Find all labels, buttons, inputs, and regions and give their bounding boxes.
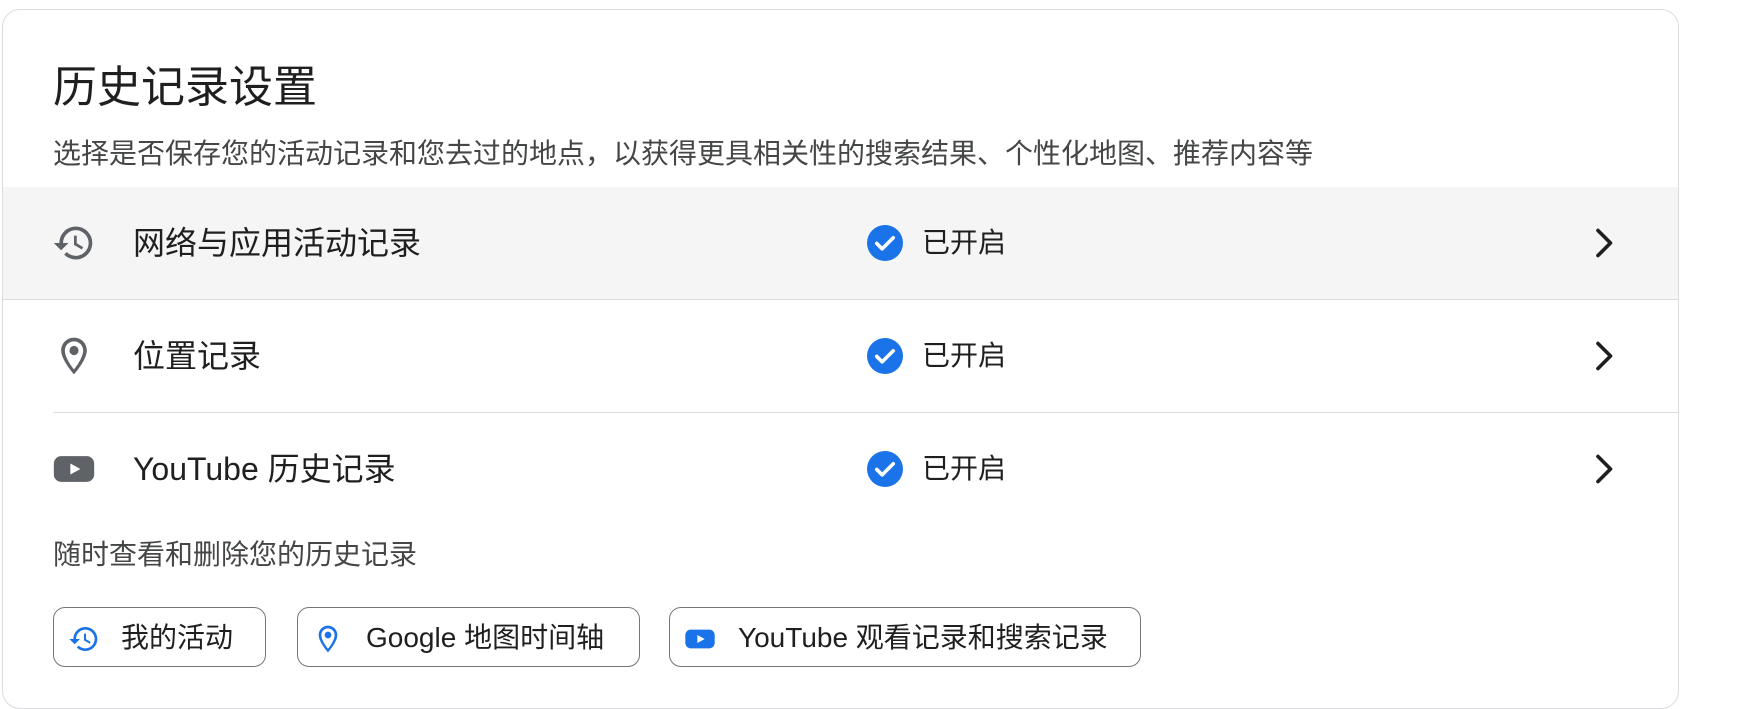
setting-row-web-app-activity[interactable]: 网络与应用活动记录 已开启: [3, 187, 1678, 299]
location-pin-icon: [61, 337, 87, 375]
review-history-label: 随时查看和删除您的历史记录: [53, 539, 418, 570]
setting-label: 位置记录: [133, 338, 262, 374]
chevron-right-icon: [1596, 454, 1613, 484]
history-icon: [69, 627, 98, 652]
status-text: 已开启: [922, 453, 1007, 484]
setting-row-location-history[interactable]: 位置记录 已开启: [3, 300, 1678, 412]
youtube-icon: [685, 629, 715, 649]
check-circle-icon: [867, 451, 903, 487]
page-title: 历史记录设置: [53, 63, 317, 112]
setting-row-youtube-history[interactable]: YouTube 历史记录 已开启: [3, 413, 1678, 525]
status-text: 已开启: [922, 340, 1007, 371]
check-circle-icon: [867, 338, 903, 374]
my-activity-chip[interactable]: 我的活动: [53, 607, 266, 667]
page-subtitle: 选择是否保存您的活动记录和您去过的地点，以获得更具相关性的搜索结果、个性化地图、…: [53, 138, 1314, 169]
location-pin-icon: [318, 625, 338, 653]
setting-label: 网络与应用活动记录: [133, 225, 422, 261]
check-circle-icon: [867, 225, 903, 261]
history-icon: [53, 226, 93, 260]
maps-timeline-chip[interactable]: Google 地图时间轴: [297, 607, 640, 667]
chip-label: 我的活动: [121, 622, 234, 653]
youtube-icon: [53, 456, 95, 482]
status-text: 已开启: [922, 227, 1007, 258]
history-settings-card: 历史记录设置 选择是否保存您的活动记录和您去过的地点，以获得更具相关性的搜索结果…: [2, 9, 1679, 709]
setting-label: YouTube 历史记录: [133, 451, 396, 487]
chip-label: Google 地图时间轴: [366, 622, 605, 653]
chevron-right-icon: [1596, 228, 1613, 258]
chip-label: YouTube 观看记录和搜索记录: [738, 622, 1108, 653]
chevron-right-icon: [1596, 341, 1613, 371]
youtube-history-chip[interactable]: YouTube 观看记录和搜索记录: [669, 607, 1141, 667]
